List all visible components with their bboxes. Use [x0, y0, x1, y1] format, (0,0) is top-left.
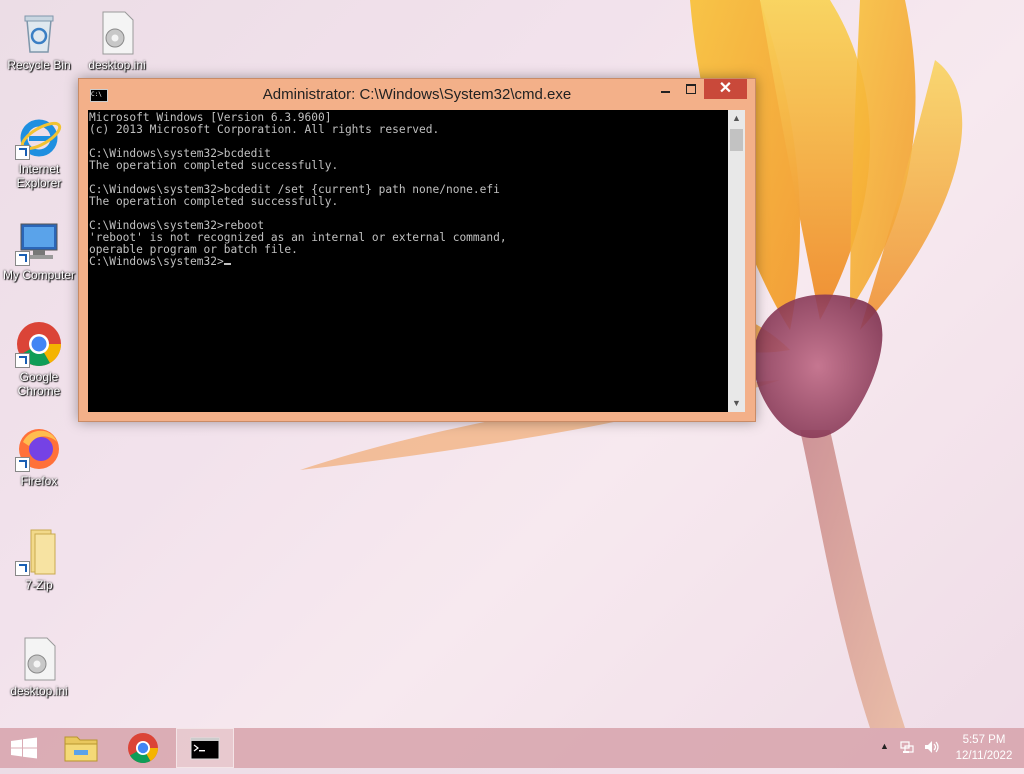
shortcut-arrow-icon [15, 145, 30, 160]
shortcut-arrow-icon [15, 353, 30, 368]
close-button[interactable]: ✕ [704, 79, 747, 99]
desktop-icon-label: Firefox [20, 474, 58, 488]
system-tray: ▲ 5:57 PM 12/11/2022 [864, 728, 1024, 768]
close-icon: ✕ [718, 80, 733, 97]
desktop-icon-google-chrome[interactable]: Google Chrome [0, 320, 78, 398]
taskbar-google-chrome[interactable] [114, 728, 172, 768]
desktop-icon-firefox[interactable]: Firefox [0, 424, 78, 488]
start-button[interactable] [0, 728, 48, 768]
taskbar-command-prompt[interactable] [176, 728, 234, 768]
desktop-icon-label: Google Chrome [17, 370, 61, 398]
console-prompt: C:\Windows\system32> [89, 255, 224, 268]
vertical-scrollbar[interactable]: ▲ ▼ [728, 110, 745, 412]
file-explorer-icon [64, 736, 98, 762]
desktop-icon-my-computer[interactable]: My Computer [0, 218, 78, 282]
scroll-up-button[interactable]: ▲ [728, 110, 745, 127]
desktop-icon-recycle-bin[interactable]: Recycle Bin [0, 8, 78, 72]
taskbar-file-explorer[interactable] [52, 728, 110, 768]
windows-logo-icon [11, 737, 37, 759]
firefox-icon [15, 424, 63, 472]
computer-icon [15, 218, 63, 266]
desktop-icon-desktop-ini[interactable]: desktop.ini [78, 8, 156, 72]
clock-time[interactable]: 5:57 PM [950, 734, 1018, 746]
scroll-down-button[interactable]: ▼ [728, 395, 745, 412]
internet-explorer-icon [15, 112, 63, 160]
show-hidden-icons-button[interactable]: ▲ [880, 741, 889, 751]
maximize-button[interactable] [678, 79, 704, 99]
scroll-thumb[interactable] [730, 129, 743, 151]
console-text: Microsoft Windows [Version 6.3.9600] (c)… [88, 110, 728, 268]
minimize-icon [661, 91, 670, 93]
shortcut-arrow-icon [15, 561, 30, 576]
desktop-icon-7zip[interactable]: 7-Zip [0, 528, 78, 592]
desktop-icon-label: desktop.ini [88, 58, 146, 72]
recycle-bin-icon [15, 8, 63, 56]
network-icon[interactable] [900, 740, 914, 754]
shortcut-arrow-icon [15, 251, 30, 266]
cmd-window[interactable]: C:\ Administrator: C:\Windows\System32\c… [78, 78, 756, 422]
console-history: Microsoft Windows [Version 6.3.9600] (c)… [89, 111, 507, 256]
maximize-icon [686, 84, 696, 94]
chrome-icon [15, 320, 63, 368]
shortcut-arrow-icon [15, 457, 30, 472]
text-cursor [223, 263, 231, 265]
desktop-icon-label: desktop.ini [10, 684, 68, 698]
desktop-icon-label: My Computer [2, 268, 76, 282]
volume-icon[interactable] [924, 740, 940, 754]
settings-file-icon [93, 8, 141, 56]
desktop-icon-label: Recycle Bin [7, 58, 71, 72]
taskbar: ▲ 5:57 PM 12/11/2022 [0, 728, 1024, 768]
desktop-icon-label: 7-Zip [25, 578, 53, 592]
command-prompt-icon [190, 737, 220, 760]
console-prompt-line: C:\Windows\system32> [89, 256, 728, 268]
settings-file-icon [15, 634, 63, 682]
minimize-button[interactable] [652, 79, 678, 99]
desktop-icon-label: Internet Explorer [16, 162, 62, 190]
chrome-icon [128, 733, 158, 764]
console-output[interactable]: Microsoft Windows [Version 6.3.9600] (c)… [88, 110, 728, 412]
clock-date[interactable]: 12/11/2022 [950, 750, 1018, 762]
cmd-titlebar[interactable]: C:\ Administrator: C:\Windows\System32\c… [79, 79, 755, 109]
desktop-icon-internet-explorer[interactable]: Internet Explorer [0, 112, 78, 190]
desktop-icon-desktop-ini-2[interactable]: desktop.ini [0, 634, 78, 698]
folder-icon [15, 528, 63, 576]
